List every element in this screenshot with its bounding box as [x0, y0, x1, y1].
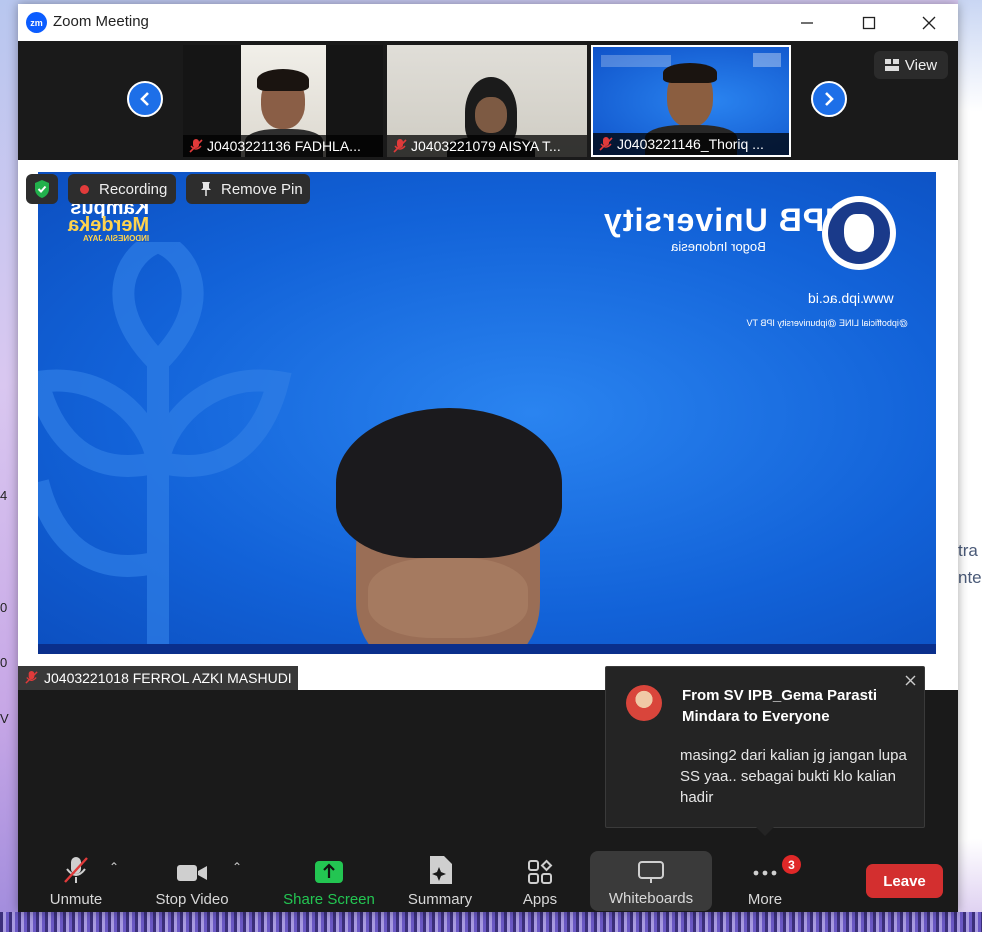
audio-options-chevron-up-icon[interactable]: ⌃ — [109, 860, 119, 874]
speaker-video — [328, 408, 568, 654]
chevron-left-icon — [140, 92, 149, 106]
maximize-icon — [862, 16, 876, 29]
leaf-decoration-icon — [38, 242, 292, 654]
chat-notification[interactable]: From SV IPB_Gema Parasti Mindara to Ever… — [605, 666, 925, 836]
participant-tile[interactable]: J0403221079 AISYA T... — [387, 45, 587, 157]
desktop-background-right: tra nte — [958, 0, 982, 932]
close-icon — [905, 675, 916, 686]
stop-video-button[interactable]: Stop Video — [148, 840, 236, 912]
taskbar-edge — [0, 912, 982, 932]
participant-strip: J0403221136 FADHLA... J0403221079 AISYA … — [18, 41, 958, 160]
recording-dot-icon — [80, 184, 89, 194]
participant-tile-active[interactable]: J0403221146_Thoriq ... — [591, 45, 791, 157]
muted-microphone-icon — [64, 857, 88, 883]
unmute-label: Unmute — [49, 891, 103, 908]
view-button[interactable]: View — [874, 51, 948, 79]
muted-mic-icon — [393, 139, 407, 153]
apps-label: Apps — [522, 891, 558, 908]
title-bar: zm Zoom Meeting — [18, 4, 958, 41]
chat-message: masing2 dari kalian jg jangan lupa SS ya… — [680, 747, 907, 806]
more-dots-icon — [753, 870, 777, 876]
unmute-button[interactable]: Unmute — [38, 840, 114, 912]
background-window-text: tra — [958, 541, 978, 560]
chevron-right-icon — [825, 92, 834, 106]
muted-mic-icon — [189, 139, 203, 153]
summary-document-icon — [430, 856, 452, 884]
brand-name: IPB University — [603, 202, 834, 238]
summary-button[interactable]: Summary — [398, 840, 482, 912]
whiteboards-button[interactable]: Whiteboards — [590, 851, 712, 911]
brand-tagline: Bogor Indonesia — [671, 239, 766, 254]
muted-mic-icon — [25, 670, 38, 684]
apps-button[interactable]: Apps — [508, 840, 572, 912]
remove-pin-label: Remove Pin — [221, 180, 303, 198]
zoom-logo-icon: zm — [26, 12, 47, 33]
window-title: Zoom Meeting — [53, 13, 149, 30]
speaker-video-background: Kampus Merdeka INDONESIA JAYA IPB Univer… — [38, 172, 936, 654]
share-screen-icon — [315, 861, 343, 883]
stop-video-label: Stop Video — [155, 891, 229, 908]
meeting-toolbar: Unmute ⌃ Stop Video ⌃ Share Screen Summa… — [18, 840, 958, 912]
video-camera-icon — [177, 865, 207, 881]
maximize-button[interactable] — [846, 4, 892, 41]
background-mark: 0 — [0, 655, 8, 670]
previous-page-button[interactable] — [127, 81, 163, 117]
more-label: More — [747, 891, 783, 908]
view-label: View — [904, 56, 938, 74]
website-text: www.ipb.ac.id — [808, 290, 894, 306]
notification-pointer — [756, 827, 774, 836]
more-button[interactable]: More — [736, 840, 794, 912]
chat-sender: From SV IPB_Gema Parasti Mindara to Ever… — [682, 687, 878, 725]
recording-indicator[interactable]: Recording — [68, 174, 176, 204]
close-icon — [922, 16, 936, 29]
next-page-button[interactable] — [811, 81, 847, 117]
avatar — [626, 685, 662, 721]
recording-label: Recording — [99, 180, 168, 198]
background-mark: 0 — [0, 600, 8, 615]
speaker-name: J0403221018 FERROL AZKI MASHUDI — [44, 670, 292, 686]
remove-pin-button[interactable]: Remove Pin — [186, 174, 310, 204]
social-handles: @ipbofficial LINE @ipbuniversity IPB TV — [746, 318, 908, 328]
background-window-text: nte — [958, 568, 982, 587]
shield-check-icon — [35, 180, 49, 198]
whiteboards-label: Whiteboards — [608, 890, 694, 907]
share-screen-label: Share Screen — [283, 891, 375, 908]
desktop-left-edge: 4 0 0 V — [0, 0, 18, 932]
muted-mic-icon — [599, 137, 613, 151]
background-mark: 4 — [0, 488, 8, 503]
minimize-icon — [801, 21, 813, 24]
participant-name: J0403221079 AISYA T... — [387, 135, 587, 157]
participant-name: J0403221146_Thoriq ... — [593, 133, 789, 155]
main-video-area: Kampus Merdeka INDONESIA JAYA IPB Univer… — [18, 160, 958, 690]
participant-name: J0403221136 FADHLA... — [183, 135, 383, 157]
background-mark: V — [0, 711, 9, 726]
pin-icon — [201, 182, 211, 196]
summary-label: Summary — [407, 891, 473, 908]
share-screen-button[interactable]: Share Screen — [276, 840, 382, 912]
participant-tile[interactable]: J0403221136 FADHLA... — [183, 45, 383, 157]
university-brand: IPB University Bogor Indonesia — [603, 202, 834, 254]
university-seal-icon — [822, 196, 896, 270]
apps-icon — [528, 859, 553, 884]
close-window-button[interactable] — [906, 4, 952, 41]
leave-button[interactable]: Leave — [866, 864, 943, 898]
minimize-button[interactable] — [784, 4, 830, 41]
campaign-line2: Merdeka — [68, 214, 150, 236]
slide-bottom-bar — [38, 644, 936, 654]
whiteboard-icon — [638, 861, 664, 883]
campaign-logo: Kampus Merdeka INDONESIA JAYA — [68, 197, 150, 244]
zoom-meeting-window: zm Zoom Meeting J0403221136 FADHLA... J0… — [18, 4, 958, 912]
speaker-name-label: J0403221018 FERROL AZKI MASHUDI — [18, 666, 298, 690]
encryption-badge[interactable] — [26, 174, 58, 204]
grid-view-icon — [884, 59, 899, 71]
close-notification-button[interactable] — [905, 673, 916, 691]
video-options-chevron-up-icon[interactable]: ⌃ — [232, 860, 242, 874]
notification-badge: 3 — [782, 855, 801, 874]
